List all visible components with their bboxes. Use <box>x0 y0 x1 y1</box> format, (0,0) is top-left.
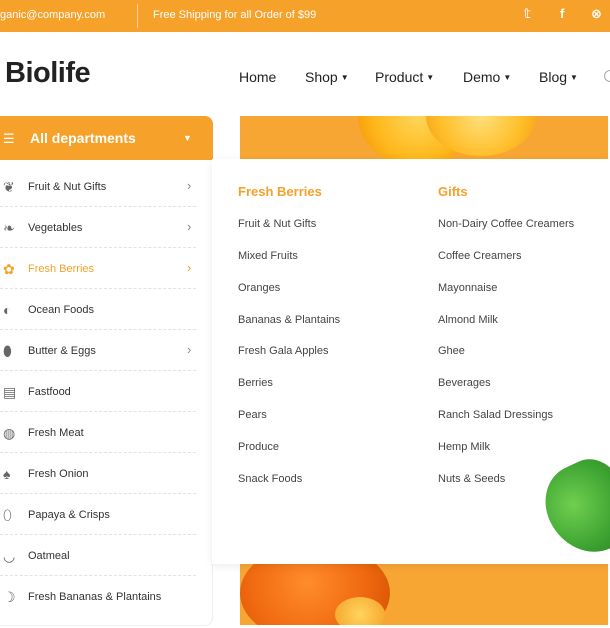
banana-icon: ☽ <box>3 589 16 605</box>
mega-col-title-gifts[interactable]: Gifts <box>438 184 468 199</box>
dept-item-fastfood[interactable]: ▤ Fastfood <box>0 372 196 412</box>
menu-icon: ☰ <box>3 131 15 146</box>
facebook-icon[interactable]: f <box>560 6 564 21</box>
dept-item-ocean-foods[interactable]: ◐ Ocean Foods <box>0 290 196 330</box>
mega-link[interactable]: Mayonnaise <box>438 282 497 294</box>
mega-link[interactable]: Snack Foods <box>238 473 302 485</box>
dept-item-label: Papaya & Crisps <box>28 509 110 521</box>
dept-item-label: Fresh Onion <box>28 468 89 480</box>
chevron-right-icon: › <box>187 178 192 193</box>
dept-item-fresh-berries[interactable]: ✿ Fresh Berries › <box>0 249 196 289</box>
mega-link[interactable]: Pears <box>238 409 267 421</box>
oatmeal-icon: ◡ <box>3 548 16 564</box>
mega-link[interactable]: Ghee <box>438 345 465 357</box>
nav-demo-label: Demo <box>463 69 501 85</box>
twitter-icon[interactable]: 𝕥 <box>524 6 531 22</box>
dept-item-label: Ocean Foods <box>28 304 95 316</box>
hero-banner-bottom <box>240 563 608 625</box>
mega-link[interactable]: Fruit & Nut Gifts <box>238 218 316 230</box>
onion-icon: ♠ <box>3 466 11 482</box>
dept-item-label: Fresh Bananas & Plantains <box>28 591 162 603</box>
dept-item-vegetables[interactable]: ❧ Vegetables › <box>0 208 196 248</box>
mega-link[interactable]: Berries <box>238 377 273 389</box>
dept-item-fresh-meat[interactable]: ◍ Fresh Meat <box>0 413 196 453</box>
mega-link[interactable]: Ranch Salad Dressings <box>438 409 553 421</box>
mega-link[interactable]: Coffee Creamers <box>438 250 522 262</box>
topbar-divider <box>137 4 138 28</box>
nav-home-label: Home <box>239 69 277 85</box>
all-departments-label: All departments <box>30 130 136 146</box>
search-icon[interactable] <box>604 70 610 82</box>
caret-down-icon: ▼ <box>503 73 512 82</box>
chevron-right-icon: › <box>187 219 192 234</box>
site-logo[interactable]: Biolife <box>5 57 91 90</box>
nav-demo[interactable]: Demo ▼ <box>463 69 511 85</box>
nav-shop-label: Shop <box>305 69 338 85</box>
mega-link[interactable]: Fresh Gala Apples <box>238 345 329 357</box>
dept-item-label: Butter & Eggs <box>28 345 96 357</box>
dept-item-fruit-nut-gifts[interactable]: ❦ Fruit & Nut Gifts › <box>0 167 196 207</box>
fish-icon: ◐ <box>3 302 12 318</box>
nav-shop[interactable]: Shop ▼ <box>305 69 349 85</box>
contact-email[interactable]: ganic@company.com <box>0 9 105 21</box>
dept-item-fresh-onion[interactable]: ♠ Fresh Onion <box>0 454 196 494</box>
dept-item-label: Vegetables <box>28 222 83 234</box>
chevron-right-icon: › <box>187 260 192 275</box>
top-bar: ganic@company.com Free Shipping for all … <box>0 0 610 32</box>
caret-down-icon: ▼ <box>340 73 349 82</box>
orange-slice-image <box>335 597 385 625</box>
caret-down-icon: ▼ <box>426 73 435 82</box>
caret-down-icon: ▼ <box>570 73 578 82</box>
egg-icon: ⬮ <box>3 343 12 359</box>
berries-icon: ✿ <box>3 261 15 277</box>
carrot-icon: ❧ <box>3 220 15 236</box>
mega-link[interactable]: Almond Milk <box>438 314 498 326</box>
dept-item-label: Fresh Meat <box>28 427 84 439</box>
nav-product-label: Product <box>375 69 424 85</box>
mega-link[interactable]: Beverages <box>438 377 491 389</box>
mega-link[interactable]: Non-Dairy Coffee Creamers <box>438 218 574 230</box>
mega-link[interactable]: Mixed Fruits <box>238 250 298 262</box>
dept-item-fresh-bananas-plantains[interactable]: ☽ Fresh Bananas & Plantains <box>0 577 196 617</box>
nav-blog-label: Blog <box>539 69 568 85</box>
dept-item-papaya-crisps[interactable]: ⬯ Papaya & Crisps <box>0 495 196 535</box>
meat-icon: ◍ <box>3 425 16 441</box>
gift-basket-icon: ❦ <box>3 179 15 195</box>
mega-link[interactable]: Oranges <box>238 282 280 294</box>
hero-banner-top <box>240 116 608 161</box>
dept-item-label: Fruit & Nut Gifts <box>28 181 107 193</box>
nav-product[interactable]: Product ▼ <box>375 69 434 85</box>
dept-item-label: Fastfood <box>28 386 71 398</box>
mega-col-title-fresh-berries[interactable]: Fresh Berries <box>238 184 322 199</box>
nav-home[interactable]: Home <box>239 69 276 85</box>
all-departments-toggle[interactable]: ☰ All departments ▼ <box>0 116 213 160</box>
dept-item-butter-eggs[interactable]: ⬮ Butter & Eggs › <box>0 331 196 371</box>
dept-item-label: Fresh Berries <box>28 263 95 275</box>
departments-list: ❦ Fruit & Nut Gifts › ❧ Vegetables › ✿ F… <box>0 160 213 626</box>
pinterest-icon[interactable]: ⊗ <box>591 6 602 22</box>
caret-down-icon: ▼ <box>183 133 192 143</box>
papaya-icon: ⬯ <box>3 507 12 523</box>
shipping-notice: Free Shipping for all Order of $99 <box>153 9 317 21</box>
mega-link[interactable]: Nuts & Seeds <box>438 473 505 485</box>
fastfood-icon: ▤ <box>3 384 17 400</box>
mega-link[interactable]: Bananas & Plantains <box>238 314 340 326</box>
dept-item-oatmeal[interactable]: ◡ Oatmeal <box>0 536 196 576</box>
mega-link[interactable]: Hemp Milk <box>438 441 490 453</box>
dept-item-label: Oatmeal <box>28 550 70 562</box>
chevron-right-icon: › <box>187 342 192 357</box>
nav-blog[interactable]: Blog ▼ <box>539 69 578 85</box>
mega-link[interactable]: Produce <box>238 441 279 453</box>
